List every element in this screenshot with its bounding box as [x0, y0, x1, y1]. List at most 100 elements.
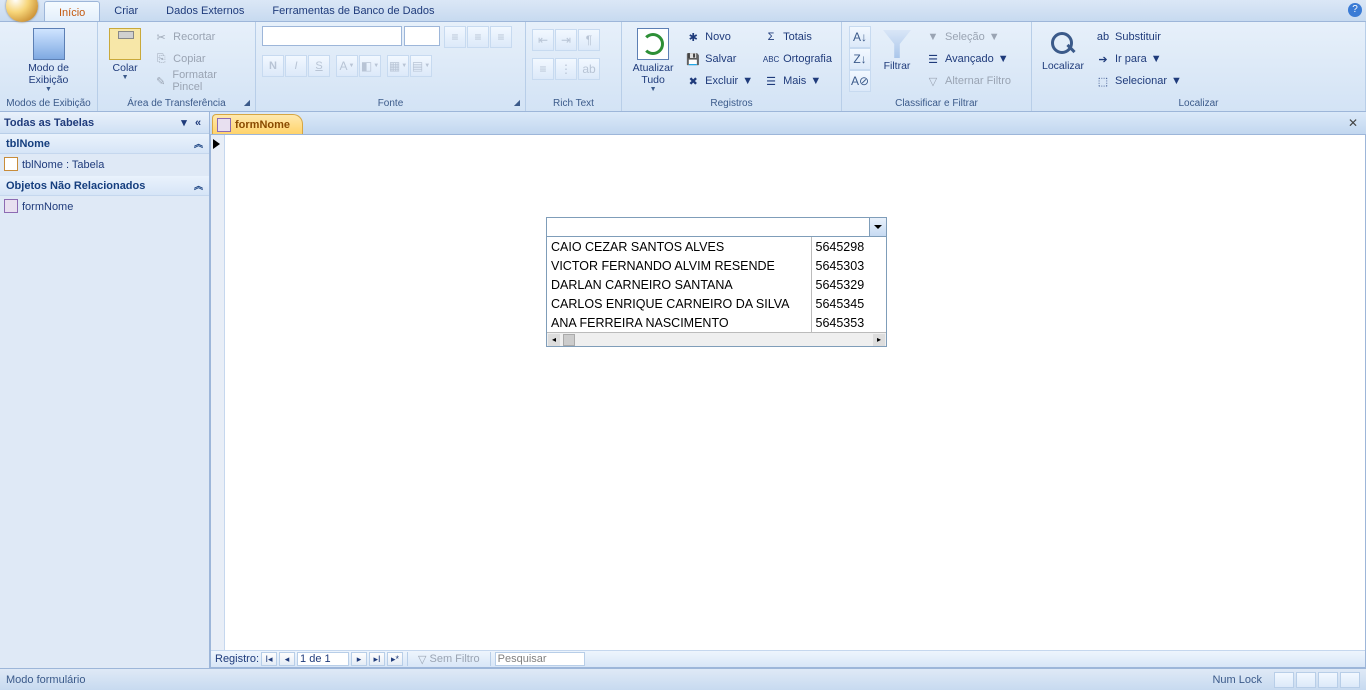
last-record-button[interactable]: ▸I [369, 652, 385, 666]
document-tabs: formNome ✕ [210, 112, 1366, 134]
combo-list-row[interactable]: ANA FERREIRA NASCIMENTO5645353 [547, 313, 886, 332]
scroll-thumb[interactable] [563, 334, 575, 346]
document-tab-close-button[interactable]: ✕ [1346, 116, 1360, 130]
document-tab-formnome[interactable]: formNome [212, 114, 303, 134]
spelling-button[interactable]: ABCOrtografia [760, 48, 835, 70]
combo-row-code: 5645353 [811, 313, 886, 332]
scroll-left-button[interactable]: ◂ [548, 334, 560, 346]
save-record-button[interactable]: 💾Salvar [682, 48, 756, 70]
selection-filter-button[interactable]: ▼Seleção ▼ [922, 26, 1014, 48]
advanced-filter-button[interactable]: ☰Avançado ▼ [922, 48, 1014, 70]
new-record-nav-button[interactable]: ▸* [387, 652, 403, 666]
nav-group1-collapse[interactable]: ︽ [194, 137, 203, 150]
combo-list-row[interactable]: CAIO CEZAR SANTOS ALVES5645298 [547, 237, 886, 256]
format-painter-button[interactable]: ✎Formatar Pincel [150, 70, 249, 92]
tab-create[interactable]: Criar [100, 0, 152, 21]
combo-list-row[interactable]: VICTOR FERNANDO ALVIM RESENDE5645303 [547, 256, 886, 275]
combo-list-row[interactable]: DARLAN CARNEIRO SANTANA5645329 [547, 275, 886, 294]
italic-button[interactable]: I [285, 55, 307, 77]
align-right-button[interactable]: ≡ [490, 26, 512, 48]
copy-button[interactable]: ⎘Copiar [150, 48, 249, 70]
form-icon [4, 199, 18, 213]
toggle-filter-button[interactable]: ▽Alternar Filtro [922, 70, 1014, 92]
refresh-all-button[interactable]: Atualizar Tudo ▼ [628, 26, 678, 95]
fill-color-button[interactable]: ◧▼ [359, 55, 381, 77]
combo-list-row[interactable]: CARLOS ENRIQUE CARNEIRO DA SILVA5645345 [547, 294, 886, 313]
font-color-button[interactable]: A▼ [336, 55, 358, 77]
sort-asc-button[interactable]: A↓ [849, 26, 871, 48]
bold-button[interactable]: N [262, 55, 284, 77]
combo-dropdown-button[interactable] [869, 218, 886, 236]
replace-icon: ab [1095, 29, 1111, 45]
combo-row-code: 5645345 [811, 294, 886, 313]
ltr-button[interactable]: ¶ [578, 29, 600, 51]
more-button[interactable]: ☰Mais ▼ [760, 70, 835, 92]
filter-off-icon: ▽ [418, 653, 426, 666]
nav-group-tblnome[interactable]: tblNome ︽ [0, 134, 209, 154]
form-view-button[interactable] [1274, 672, 1294, 688]
increase-indent-button[interactable]: ⇥ [555, 29, 577, 51]
ribbon-tabs: Início Criar Dados Externos Ferramentas … [0, 0, 1366, 22]
delete-record-button[interactable]: ✖Excluir ▼ [682, 70, 756, 92]
toggle-label: Alternar Filtro [945, 75, 1011, 87]
combo-input[interactable] [547, 218, 869, 236]
find-button[interactable]: Localizar [1038, 26, 1088, 74]
goto-icon: ➔ [1095, 51, 1111, 67]
replace-button[interactable]: abSubstituir [1092, 26, 1185, 48]
design-view-button[interactable] [1340, 672, 1360, 688]
align-center-button[interactable]: ≡ [467, 26, 489, 48]
nav-item-formnome[interactable]: formNome [0, 196, 209, 218]
tab-database-tools[interactable]: Ferramentas de Banco de Dados [258, 0, 448, 21]
refresh-label: Atualizar Tudo [630, 62, 676, 86]
nav-group-unrelated[interactable]: Objetos Não Relacionados ︽ [0, 176, 209, 196]
nav-collapse-button[interactable]: « [191, 117, 205, 129]
font-launcher[interactable]: ◢ [511, 98, 523, 110]
filter-button[interactable]: Filtrar [876, 26, 918, 74]
combo-hscrollbar[interactable]: ◂ ▸ [547, 332, 886, 346]
font-family-combo[interactable] [262, 26, 402, 46]
layout-view-button[interactable] [1318, 672, 1338, 688]
nav-pane-header[interactable]: Todas as Tabelas ▾ « [0, 112, 209, 134]
nav-group2-collapse[interactable]: ︽ [194, 179, 203, 192]
highlight-button[interactable]: ab [578, 58, 600, 80]
view-mode-button[interactable]: Modo de Exibição ▼ [6, 26, 91, 95]
datasheet-view-button[interactable] [1296, 672, 1316, 688]
record-selector[interactable] [211, 135, 225, 650]
find-icon [1049, 30, 1077, 58]
scroll-right-button[interactable]: ▸ [873, 334, 885, 346]
tab-home[interactable]: Início [44, 1, 100, 21]
clipboard-launcher[interactable]: ◢ [241, 98, 253, 110]
no-filter-indicator: ▽Sem Filtro [418, 653, 480, 666]
font-size-combo[interactable] [404, 26, 440, 46]
tab-external-data[interactable]: Dados Externos [152, 0, 258, 21]
group-clipboard-label: Área de Transferência [98, 96, 255, 111]
first-record-button[interactable]: I◂ [261, 652, 277, 666]
totals-button[interactable]: ΣTotais [760, 26, 835, 48]
search-box[interactable]: Pesquisar [495, 652, 585, 666]
bullets-button[interactable]: ⋮ [555, 58, 577, 80]
office-button[interactable] [0, 0, 44, 22]
delete-icon: ✖ [685, 73, 701, 89]
paste-button[interactable]: Colar ▼ [104, 26, 146, 83]
decrease-indent-button[interactable]: ⇤ [532, 29, 554, 51]
selection-label: Seleção [945, 31, 985, 43]
numbering-button[interactable]: ≡ [532, 58, 554, 80]
new-record-button[interactable]: ✱Novo [682, 26, 756, 48]
gridlines-button[interactable]: ▦▼ [387, 55, 409, 77]
clear-sort-button[interactable]: A⊘ [849, 70, 871, 92]
totals-label: Totais [783, 31, 812, 43]
nav-dropdown-button[interactable]: ▾ [177, 116, 191, 129]
underline-button[interactable]: S [308, 55, 330, 77]
prev-record-button[interactable]: ◂ [279, 652, 295, 666]
align-left-button[interactable]: ≡ [444, 26, 466, 48]
record-position-box[interactable]: 1 de 1 [297, 652, 349, 666]
cut-label: Recortar [173, 31, 215, 43]
next-record-button[interactable]: ▸ [351, 652, 367, 666]
select-button[interactable]: ⬚Selecionar ▼ [1092, 70, 1185, 92]
cut-button[interactable]: ✂Recortar [150, 26, 249, 48]
goto-button[interactable]: ➔Ir para ▼ [1092, 48, 1185, 70]
help-button[interactable]: ? [1348, 3, 1362, 17]
alt-row-color-button[interactable]: ▤▼ [410, 55, 432, 77]
nav-item-tblnome-table[interactable]: tblNome : Tabela [0, 154, 209, 176]
sort-desc-button[interactable]: Z↓ [849, 48, 871, 70]
